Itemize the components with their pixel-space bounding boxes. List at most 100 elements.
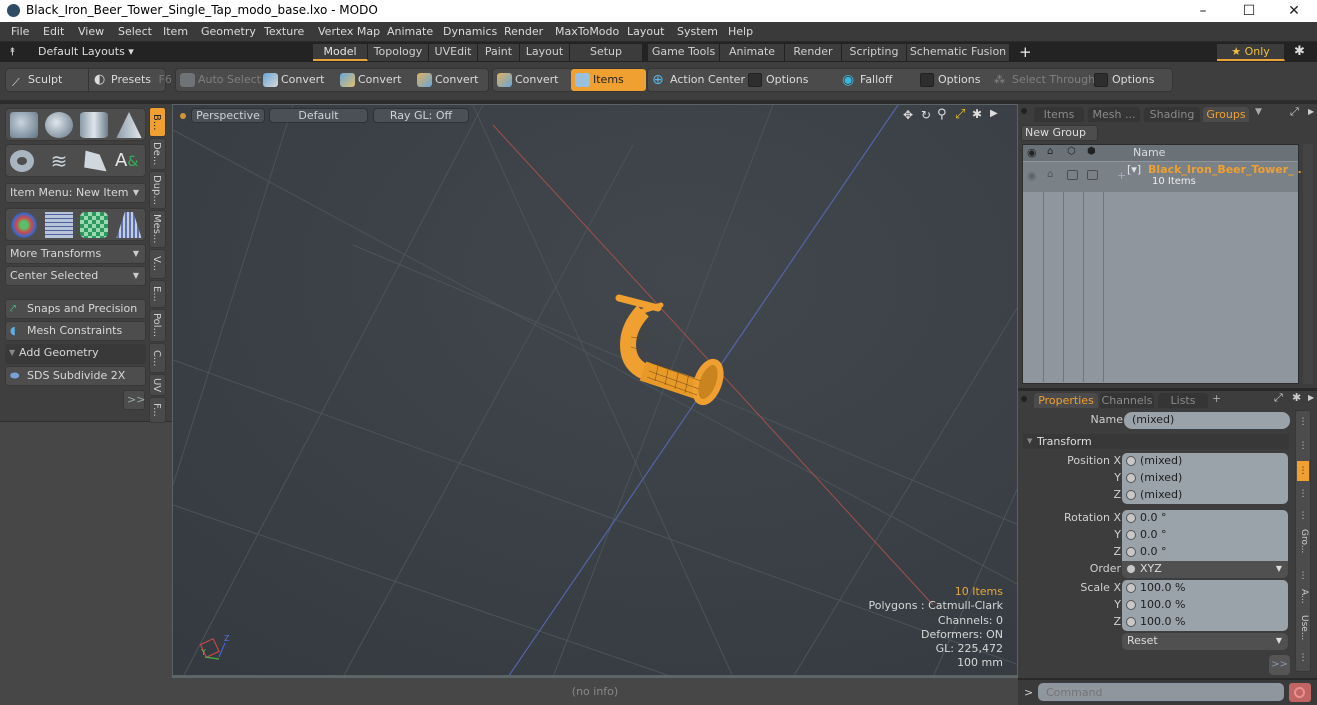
tab-paint[interactable]: Paint [478,44,520,61]
command-input[interactable] [1038,683,1284,701]
tab-layout[interactable]: Layout [520,44,570,61]
tab-mesh[interactable]: Mesh ... [1088,107,1140,122]
record-macro-button[interactable] [1289,683,1311,702]
default-layouts-dropdown[interactable]: Default Layouts ▾ [38,45,134,58]
expand-panel-icon[interactable]: ⤢ [1290,105,1299,119]
side-tab-7[interactable]: ⋮ [1297,571,1309,581]
convert-polygons-button[interactable]: Convert [413,69,489,91]
panel-menu-arrow-icon[interactable]: ▶ [1308,107,1314,116]
menu-edit[interactable]: Edit [43,25,64,38]
select-cube-icon[interactable]: ⬢ [1087,146,1096,157]
panel-options-dot-icon[interactable] [1021,108,1027,114]
tab-model[interactable]: Model [313,44,368,61]
tab-render[interactable]: Render [785,44,842,61]
transform-icon[interactable] [10,212,38,238]
pan-icon[interactable]: ✥ [903,108,913,122]
menu-geometry[interactable]: Geometry [201,25,256,38]
side-tab-10[interactable]: ⋮ [1297,653,1309,663]
menu-vertex-map[interactable]: Vertex Map [318,25,380,38]
render-icon[interactable]: ⌂ [1047,169,1053,180]
vtab-fusion[interactable]: F... [149,397,166,423]
cone-icon[interactable] [116,112,142,138]
fractal-cube-icon[interactable] [80,212,108,238]
cylinder-icon[interactable] [80,112,108,138]
position-z-field[interactable]: (mixed) [1122,487,1288,504]
auto-select-button[interactable]: Auto Select [176,69,261,91]
transform-section-header[interactable]: ▼ Transform [1023,434,1289,449]
maximize-button[interactable]: ☐ [1226,0,1272,22]
vtab-vertex[interactable]: V... [149,249,166,279]
cube-icon[interactable] [10,112,38,138]
properties-options-dot-icon[interactable] [1021,396,1027,402]
animate-dot-icon[interactable] [1126,456,1136,466]
action-center-button[interactable]: ⊕ Action Center [648,69,745,91]
text-tool-icon[interactable]: A& [115,148,143,174]
action-center-options-button[interactable]: Options [744,69,834,91]
vtab-basic[interactable]: B... [149,107,166,137]
menu-help[interactable]: Help [728,25,753,38]
side-tab-active[interactable]: ⋮ [1297,461,1309,481]
settings-gear-icon[interactable]: ✱ [1294,44,1305,59]
vtab-deform[interactable]: De... [149,138,166,170]
viewport-options-dot-icon[interactable] [180,113,186,119]
tab-groups[interactable]: Groups [1203,107,1249,122]
select-checkbox[interactable] [1087,170,1098,180]
snaps-precision-button[interactable]: ⤤ Snaps and Precision [5,299,146,319]
more-transforms-dropdown[interactable]: More Transforms ▼ [5,244,146,264]
falloff-button[interactable]: ◉ Falloff [838,69,912,91]
animate-dot-icon[interactable] [1126,490,1136,500]
vtab-uv[interactable]: UV [149,374,166,396]
scale-y-field[interactable]: 100.0 % [1122,597,1288,614]
side-tab-groups[interactable]: Gro... [1297,529,1309,553]
menu-maxtomodo[interactable]: MaxToModo [555,25,619,38]
scale-z-field[interactable]: 100.0 % [1122,614,1288,631]
mesh-constraints-button[interactable]: ◖ Mesh Constraints [5,321,146,341]
tapered-plane-icon[interactable] [116,212,142,238]
tab-setup[interactable]: Setup [570,44,643,61]
menu-file[interactable]: File [11,25,29,38]
view-mode-button[interactable]: Perspective [191,108,265,123]
menu-texture[interactable]: Texture [264,25,304,38]
panel-menu-arrow-icon[interactable]: ▶ [1308,393,1314,402]
vtab-edge[interactable]: E... [149,280,166,308]
animate-dot-icon[interactable] [1126,530,1136,540]
tabs-dropdown-icon[interactable]: ▼ [1255,107,1262,117]
side-tab-5[interactable]: ⋮ [1297,511,1309,521]
menu-select[interactable]: Select [118,25,152,38]
tab-shading[interactable]: Shading [1144,107,1200,122]
name-column-header[interactable]: Name [1133,146,1165,159]
side-tab-4[interactable]: ⋮ [1297,489,1309,499]
raygl-toggle-button[interactable]: Ray GL: Off [373,108,469,123]
render-icon[interactable]: ⌂ [1047,146,1053,157]
capsule-icon[interactable]: ≋ [45,148,73,174]
position-y-field[interactable]: (mixed) [1122,470,1288,487]
menu-animate[interactable]: Animate [387,25,433,38]
pen-tool-icon[interactable] [84,150,107,172]
menu-dynamics[interactable]: Dynamics [443,25,497,38]
rotation-y-field[interactable]: 0.0 ° [1122,527,1288,544]
expand-plus-icon[interactable]: + [1117,169,1126,182]
sphere-icon[interactable] [45,112,73,138]
animate-dot-icon[interactable] [1126,564,1136,574]
scale-x-field[interactable]: 100.0 % [1122,580,1288,597]
tab-schematic-fusion[interactable]: Schematic Fusion [907,44,1010,61]
presets-button[interactable]: ◐ Presets F6 [88,69,172,91]
animate-dot-icon[interactable] [1126,513,1136,523]
sds-subdivide-button[interactable]: ⬬ SDS Subdivide 2X [5,366,146,386]
viewport-settings-gear-icon[interactable]: ✱ [972,107,982,121]
expand-panel-icon[interactable]: ⤢ [1274,391,1283,405]
lock-checkbox[interactable] [1067,170,1078,180]
menu-item[interactable]: Item [163,25,188,38]
tab-items[interactable]: Items [1034,107,1084,122]
torus-icon[interactable] [10,150,34,172]
zoom-icon[interactable]: ⚲ [937,107,947,122]
tab-scripting[interactable]: Scripting [842,44,907,61]
group-row[interactable]: ◉ ⌂ + [▾] Black_Iron_Beer_Tower_ ... 10 … [1023,162,1310,192]
shading-mode-button[interactable]: Default [269,108,368,123]
rotation-order-dropdown[interactable]: XYZ ▼ [1122,561,1288,578]
animate-dot-icon[interactable] [1126,583,1136,593]
maximize-viewport-icon[interactable]: ⤢ [955,107,965,122]
visibility-eye-icon[interactable]: ◉ [1027,169,1037,182]
more-properties-button[interactable]: >> [1269,655,1290,675]
falloff-options-button[interactable]: Options [916,69,990,91]
